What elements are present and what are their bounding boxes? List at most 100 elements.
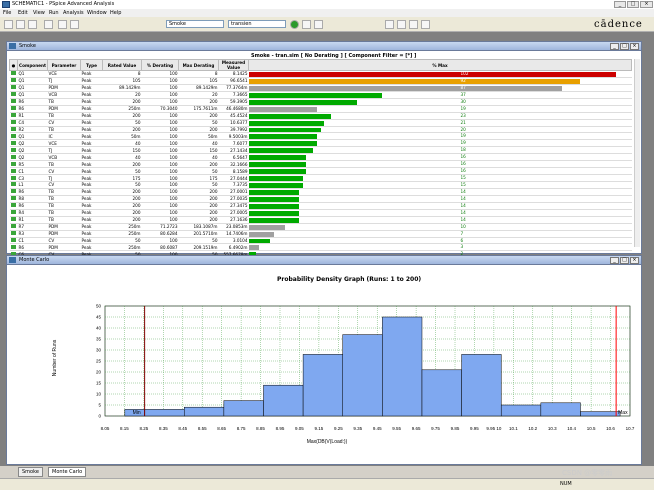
x-tick-label: 9.45	[373, 426, 382, 431]
row-flag-icon	[9, 181, 18, 189]
undo-icon[interactable]	[58, 20, 67, 29]
percent-max-value: 14	[460, 209, 466, 215]
menu-file[interactable]: File	[3, 10, 11, 16]
y-tick-label: 25	[96, 359, 102, 364]
smoke-table-row[interactable]: L1 CV Peak 50 100 50 7.3735 15	[9, 181, 632, 189]
smoke-table-row[interactable]: C3 TJ Peak 175 100 175 27.0444 15	[9, 174, 632, 182]
montecarlo-restore-icon[interactable]: □	[620, 257, 629, 264]
menu-run[interactable]: Run	[49, 10, 59, 16]
smoke-table-row[interactable]: R1 TB Peak 200 100 200 27.1636 14	[9, 216, 632, 224]
cell-percent-max: 19	[248, 139, 632, 148]
smoke-table-row[interactable]: R6 TB Peak 200 100 200 27.3475 14	[9, 202, 632, 210]
save-icon[interactable]	[28, 20, 37, 29]
column-header[interactable]: % Derating	[141, 59, 179, 71]
flag-column-header[interactable]: ●	[9, 59, 18, 71]
smoke-table-row[interactable]: R1 TB Peak 200 100 200 45.4524 23	[9, 112, 632, 120]
smoke-table-row[interactable]: Q1 PDM Peak 89.1429m 100 89.1429m 77.3764m 87	[9, 84, 632, 92]
column-header[interactable]: Component	[17, 59, 48, 71]
smoke-table-row[interactable]: R6 PDM Peak 250m 70.3040 175.7611m 46.4680m 19	[9, 105, 632, 113]
new-icon[interactable]	[4, 20, 13, 29]
smoke-table-row[interactable]: Q1 VCB Peak 20 100 20 7.3665 37	[9, 91, 632, 99]
row-flag-icon	[9, 84, 18, 92]
open-icon[interactable]	[16, 20, 25, 29]
cell-percent-max: 102	[248, 70, 632, 78]
cell-max-derating: 50m	[178, 132, 219, 141]
smoke-table-row[interactable]: Q1 IC Peak 50m 100 50m 9.5003m 19	[9, 132, 632, 141]
smoke-table-row[interactable]: C4 CV Peak 50 100 50 10.6377 21	[9, 119, 632, 127]
stop-icon[interactable]	[302, 20, 311, 29]
smoke-table-row[interactable]: Q1 VCE Peak 8 100 8 8.1425 102	[9, 70, 632, 78]
smoke-table-row[interactable]: Q1 TJ Peak 105 100 105 96.6541 92	[9, 77, 632, 85]
histogram-bar	[302, 354, 343, 417]
smoke-table-row[interactable]: Q2 TJ Peak 150 100 150 27.1434 18	[9, 146, 632, 155]
smoke-table-row[interactable]: R4 TB Peak 200 100 200 27.0005 14	[9, 209, 632, 217]
smoke-close-icon[interactable]: ×	[630, 43, 639, 50]
column-header[interactable]: Rated Value	[102, 59, 142, 71]
cell-parameter: VCE	[47, 139, 81, 148]
smoke-table-row[interactable]: R6 PDM Peak 250m 80.6087 209.1519m 6.4902m 3	[9, 243, 632, 252]
smoke-scrollbar[interactable]	[634, 59, 640, 247]
smoke-table-row[interactable]: R2 TB Peak 200 100 200 39.7992 20	[9, 126, 632, 134]
cell-measured-value: 8.1425	[218, 70, 249, 78]
smoke-table-row[interactable]: R5 TB Peak 200 100 200 32.1666 16	[9, 160, 632, 169]
zoom-area-icon[interactable]	[409, 20, 418, 29]
profile-select[interactable]: transien	[228, 20, 286, 28]
maximize-icon[interactable]: □	[627, 1, 639, 8]
analysis-select[interactable]: Smoke	[166, 20, 224, 28]
app-title: SCHEMATIC1 - PSpice Advanced Analysis	[12, 1, 115, 7]
cell-type: Peak	[80, 98, 103, 106]
cell-rated-value: 200	[102, 195, 142, 203]
redo-icon[interactable]	[70, 20, 79, 29]
print-icon[interactable]	[44, 20, 53, 29]
cell-percent-max: 37	[248, 91, 632, 99]
column-header[interactable]: Max Derating	[178, 59, 219, 71]
run-icon[interactable]	[290, 20, 299, 29]
x-tick-label: 10.6	[606, 426, 615, 431]
smoke-table-row[interactable]: C1 CV Peak 50 100 50 8.1589 16	[9, 167, 632, 176]
menu-view[interactable]: View	[33, 10, 45, 16]
menu-window[interactable]: Window	[87, 10, 107, 16]
smoke-table-row[interactable]: R6 TB Peak 200 100 200 27.0001 14	[9, 188, 632, 196]
column-header[interactable]: Parameter	[47, 59, 81, 71]
cell-max-derating: 200	[178, 126, 219, 134]
row-flag-icon	[9, 126, 18, 134]
column-header[interactable]: % Max	[248, 59, 632, 71]
cell-measured-value: 7.3665	[218, 91, 249, 99]
zoom-out-icon[interactable]	[397, 20, 406, 29]
cell-max-derating: 8	[178, 70, 219, 78]
smoke-table-row[interactable]: Q2 VCE Peak 40 100 40 7.6077 19	[9, 139, 632, 148]
smoke-restore-icon[interactable]: □	[620, 43, 629, 50]
close-icon[interactable]: ×	[640, 1, 653, 8]
smoke-table-row[interactable]: Q2 VCB Peak 40 100 40 6.5647 16	[9, 153, 632, 162]
minimize-icon[interactable]: _	[614, 1, 626, 8]
menu-help[interactable]: Help	[110, 10, 121, 16]
smoke-minimize-icon[interactable]: _	[610, 43, 619, 50]
column-header[interactable]: Type	[80, 59, 103, 71]
percent-max-value: 102	[460, 71, 469, 76]
smoke-window-icon	[9, 43, 16, 49]
cell-measured-value: 14.7406m	[218, 230, 249, 238]
status-bar: NUM	[0, 478, 654, 490]
smoke-table-row[interactable]: R8 TB Peak 200 100 200 27.0035 14	[9, 195, 632, 203]
smoke-table-row[interactable]: R6 TB Peak 200 100 200 59.3905 30	[9, 98, 632, 106]
menu-edit[interactable]: Edit	[18, 10, 28, 16]
cell-max-derating: 201.5710m	[178, 230, 219, 238]
zoom-fit-icon[interactable]	[421, 20, 430, 29]
smoke-table-row[interactable]: R3 PDM Peak 250m 80.6284 201.5710m 14.7406m 7	[9, 230, 632, 238]
cell-max-derating: 200	[178, 195, 219, 203]
smoke-table-row[interactable]: C1 CV Peak 50 100 50 3.0104 6	[9, 237, 632, 245]
montecarlo-minimize-icon[interactable]: _	[610, 257, 619, 264]
montecarlo-close-icon[interactable]: ×	[630, 257, 639, 264]
cell-component: L1	[17, 181, 48, 189]
zoom-in-icon[interactable]	[385, 20, 394, 29]
cell-max-derating: 200	[178, 98, 219, 106]
menu-analysis[interactable]: Analysis	[63, 10, 84, 16]
smoke-table-row[interactable]: R7 PDM Peak 250m 71.2723 183.1087m 23.0853m 10	[9, 223, 632, 231]
y-tick-label: 0	[98, 414, 101, 419]
tab-montecarlo[interactable]: Monte Carlo	[48, 467, 87, 477]
refresh-icon[interactable]	[314, 20, 323, 29]
cell-rated-value: 50	[102, 181, 142, 189]
column-header[interactable]: Measured Value	[218, 59, 249, 71]
row-flag-icon	[9, 202, 18, 210]
tab-smoke[interactable]: Smoke	[18, 467, 43, 477]
